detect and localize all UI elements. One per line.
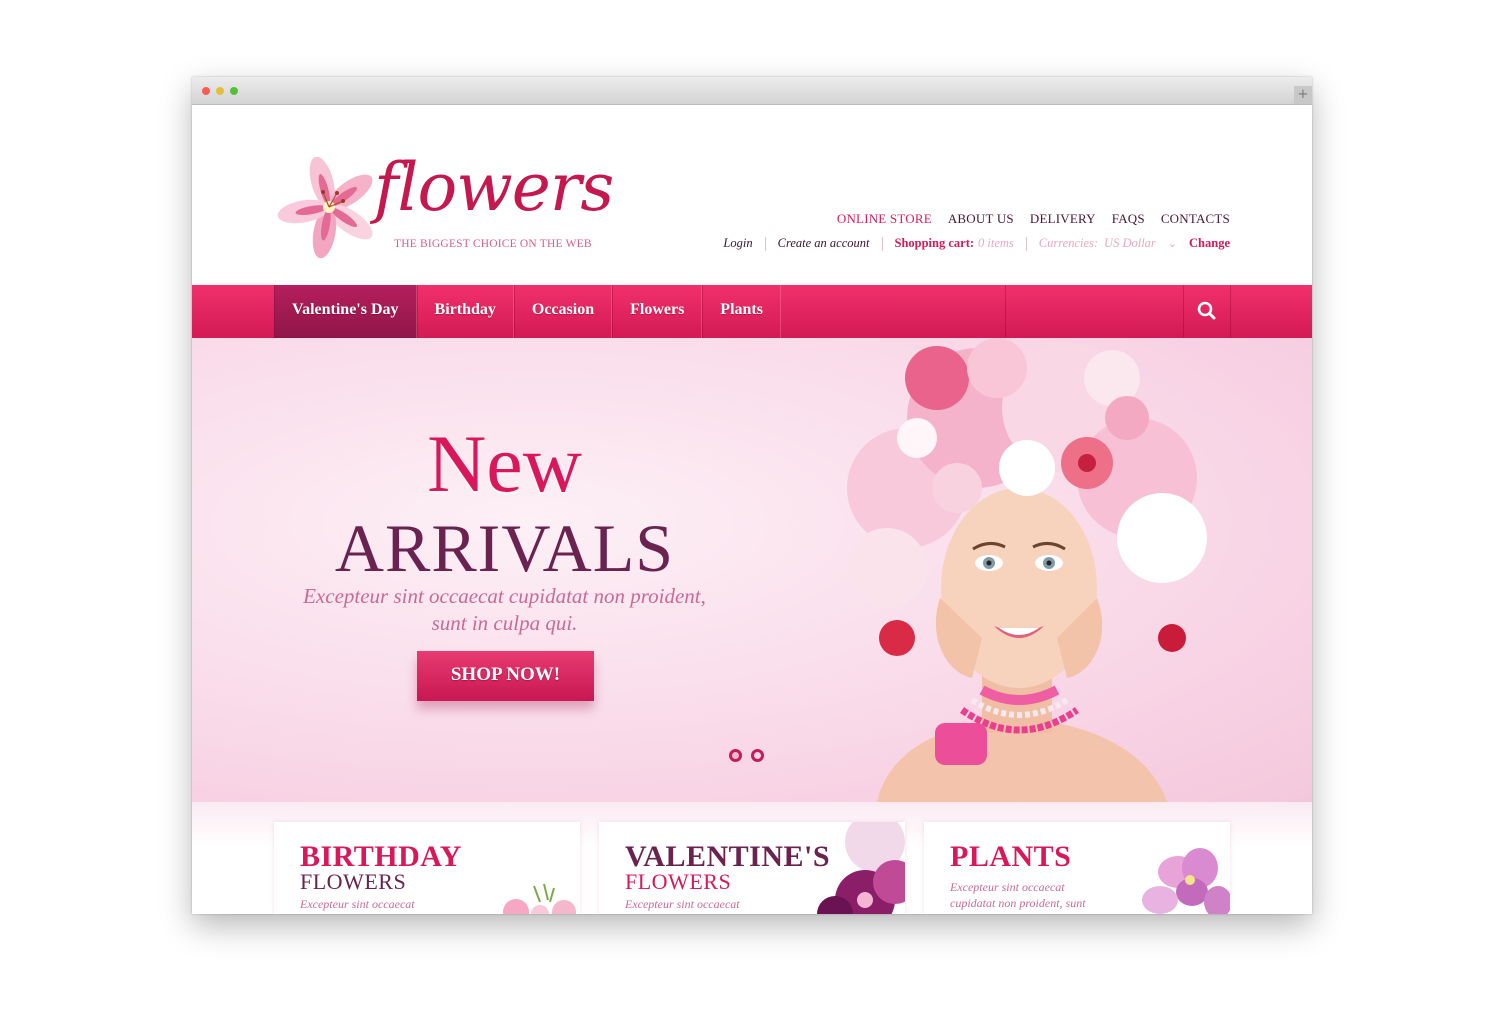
nav-delivery[interactable]: DELIVERY — [1030, 211, 1096, 227]
card-subtitle: FLOWERS — [625, 869, 732, 894]
divider — [881, 236, 883, 251]
menu-item-flowers[interactable]: Flowers — [612, 285, 703, 338]
slider-dot-2[interactable] — [751, 749, 764, 762]
new-tab-button[interactable]: + — [1294, 86, 1312, 104]
login-link[interactable]: Login — [723, 236, 752, 251]
cart-item-count: 0 items — [978, 236, 1014, 250]
nav-about-us[interactable]: ABOUT US — [948, 211, 1014, 227]
divider — [764, 236, 766, 251]
slider-dot-1[interactable] — [729, 749, 742, 762]
top-navigation: ONLINE STORE ABOUT US DELIVERY FAQS CONT… — [837, 211, 1230, 227]
menu-item-plants[interactable]: Plants — [702, 285, 781, 338]
menu-item-birthday[interactable]: Birthday — [416, 285, 514, 338]
card-subtitle: FLOWERS — [300, 869, 407, 894]
card-title: PLANTS — [950, 840, 1072, 873]
minimize-window-button[interactable] — [216, 87, 224, 95]
hero-slider: New ARRIVALS Excepteur sint occaecat cup… — [192, 338, 1312, 802]
close-window-button[interactable] — [202, 87, 210, 95]
hero-title-new: New — [427, 418, 582, 509]
lily-logo-icon — [277, 157, 373, 259]
hero-model-photo — [847, 338, 1207, 802]
logo-wordmark: flowers — [374, 149, 614, 226]
orchid-image — [1142, 848, 1230, 914]
web-page: flowers THE BIGGEST CHOICE ON THE WEB ON… — [192, 105, 1312, 914]
purple-flowers-image — [817, 822, 905, 914]
change-currency-button[interactable]: Change — [1189, 236, 1230, 251]
logo[interactable]: flowers THE BIGGEST CHOICE ON THE WEB — [274, 149, 614, 263]
search-icon — [1197, 301, 1216, 320]
search-button[interactable] — [1183, 285, 1231, 338]
menu-item-valentines-day[interactable]: Valentine's Day — [274, 285, 417, 338]
currency-select[interactable]: US Dollar — [1104, 236, 1156, 251]
nav-contacts[interactable]: CONTACTS — [1161, 211, 1230, 227]
hero-description-line1: Excepteur sint occaecat cupidatat non pr… — [303, 584, 706, 608]
browser-window: + flowers THE BIGGEST CHOICE ON THE WEB … — [192, 77, 1312, 914]
browser-titlebar: + — [192, 77, 1312, 105]
divider — [1025, 236, 1027, 251]
menu-item-occasion[interactable]: Occasion — [513, 285, 613, 338]
hero-description: Excepteur sint occaecat cupidatat non pr… — [192, 583, 817, 637]
logo-tagline: THE BIGGEST CHOICE ON THE WEB — [394, 238, 592, 250]
nav-online-store[interactable]: ONLINE STORE — [837, 211, 932, 227]
category-banners: BIRTHDAY FLOWERS Excepteur sint occaecat… — [192, 802, 1312, 914]
user-bar: Login Create an account Shopping cart: 0… — [723, 236, 1230, 251]
card-description-line1: Excepteur sint occaecat — [950, 880, 1065, 894]
hero-title-arrivals: ARRIVALS — [334, 510, 675, 586]
menu-divider — [1005, 285, 1006, 338]
nav-faqs[interactable]: FAQS — [1112, 211, 1145, 227]
chevron-down-icon[interactable]: ⌄ — [1168, 237, 1177, 250]
plants-banner[interactable]: PLANTS Excepteur sint occaecat cupidatat… — [924, 822, 1230, 914]
shop-now-button[interactable]: SHOP NOW! — [417, 651, 594, 701]
shopping-cart-link[interactable]: Shopping cart: — [895, 236, 975, 251]
card-description: Excepteur sint occaecat — [625, 897, 740, 911]
rose-bouquet-image — [503, 883, 576, 914]
card-description: Excepteur sint occaecat cupidatat non pr… — [950, 879, 1120, 911]
hero-description-line2: sunt in culpa qui. — [431, 611, 578, 635]
currencies-label: Currencies: — [1038, 236, 1099, 250]
site-header: flowers THE BIGGEST CHOICE ON THE WEB ON… — [192, 105, 1312, 285]
card-description: Excepteur sint occaecat — [300, 897, 415, 911]
create-account-link[interactable]: Create an account — [778, 236, 870, 251]
card-description-line2: cupidatat non proident, sunt — [950, 896, 1086, 910]
birthday-flowers-banner[interactable]: BIRTHDAY FLOWERS Excepteur sint occaecat — [274, 822, 580, 914]
maximize-window-button[interactable] — [230, 87, 238, 95]
valentines-flowers-banner[interactable]: VALENTINE'S FLOWERS Excepteur sint occae… — [599, 822, 905, 914]
main-menu: Valentine's Day Birthday Occasion Flower… — [192, 285, 1312, 338]
slider-pagination — [729, 749, 764, 762]
card-title: BIRTHDAY — [300, 840, 462, 873]
